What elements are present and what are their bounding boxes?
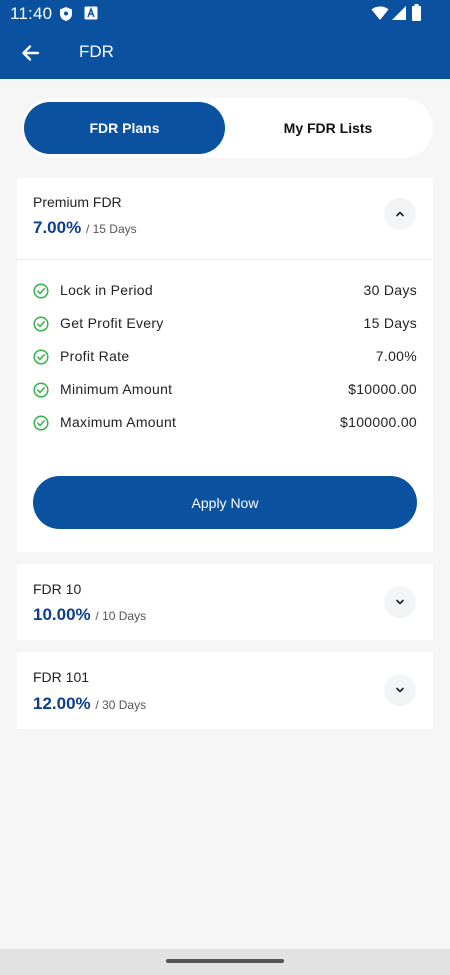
plan-card-fdr-10[interactable]: FDR 10 10.00% / 10 Days <box>17 564 433 640</box>
card-divider <box>17 259 433 260</box>
check-circle-icon <box>33 415 49 431</box>
plan-rate-value: 10.00% <box>33 605 91 624</box>
detail-label: Lock in Period <box>60 282 153 298</box>
check-circle-icon <box>33 316 49 332</box>
detail-value: 30 Days <box>363 282 417 298</box>
home-gesture-handle[interactable] <box>166 959 284 963</box>
chevron-up-icon <box>396 211 404 217</box>
plan-duration: / 15 Days <box>85 222 137 236</box>
tab-my-fdr-lists[interactable]: My FDR Lists <box>225 102 431 154</box>
collapse-button[interactable] <box>384 198 416 230</box>
detail-value: 15 Days <box>363 315 417 331</box>
expand-button[interactable] <box>384 586 416 618</box>
system-nav-bar <box>0 949 450 975</box>
battery-icon <box>412 4 421 26</box>
detail-label: Maximum Amount <box>60 414 177 430</box>
detail-label: Minimum Amount <box>60 381 173 397</box>
plan-card-fdr-101[interactable]: FDR 101 12.00% / 30 Days <box>17 652 433 729</box>
detail-row: Get Profit Every 15 Days <box>33 313 417 335</box>
plan-name: FDR 101 <box>33 669 90 685</box>
detail-row: Profit Rate 7.00% <box>33 346 417 368</box>
back-button[interactable] <box>18 40 44 66</box>
detail-row: Maximum Amount $100000.00 <box>33 412 417 434</box>
plan-name: Premium FDR <box>33 194 122 210</box>
plan-rate: 7.00% / 15 Days <box>33 218 137 238</box>
detail-row: Minimum Amount $10000.00 <box>33 379 417 401</box>
detail-row: Lock in Period 30 Days <box>33 280 417 302</box>
arrow-left-icon <box>22 45 40 61</box>
plan-duration: / 30 Days <box>95 698 147 712</box>
check-circle-icon <box>33 349 49 365</box>
tab-switcher: FDR Plans My FDR Lists <box>22 98 433 158</box>
page-title: FDR <box>79 42 114 61</box>
shield-icon <box>59 6 73 27</box>
plan-card-premium: Premium FDR 7.00% / 15 Days Lock in Peri… <box>17 178 433 552</box>
check-circle-icon <box>33 382 49 398</box>
chevron-down-icon <box>396 599 404 605</box>
plan-rate: 10.00% / 10 Days <box>33 605 146 625</box>
detail-label: Get Profit Every <box>60 315 164 331</box>
plan-name: FDR 10 <box>33 581 82 597</box>
expand-button[interactable] <box>384 674 416 706</box>
header: 11:40 FDR <box>0 0 450 79</box>
detail-value: 7.00% <box>375 348 417 364</box>
status-bar: 11:40 <box>0 0 450 28</box>
tab-fdr-plans[interactable]: FDR Plans <box>24 102 225 154</box>
check-circle-icon <box>33 283 49 299</box>
plan-rate-value: 7.00% <box>33 218 82 237</box>
signal-icon <box>392 5 406 26</box>
plan-rate-value: 12.00% <box>33 694 91 713</box>
detail-label: Profit Rate <box>60 348 130 364</box>
plan-duration: / 10 Days <box>95 609 147 623</box>
chevron-down-icon <box>396 687 404 693</box>
a-badge-icon <box>84 6 98 25</box>
detail-value: $100000.00 <box>340 414 417 430</box>
apply-now-button[interactable]: Apply Now <box>33 476 417 529</box>
status-time: 11:40 <box>10 4 53 23</box>
plan-rate: 12.00% / 30 Days <box>33 694 146 714</box>
detail-value: $10000.00 <box>348 381 417 397</box>
wifi-icon <box>371 5 389 26</box>
